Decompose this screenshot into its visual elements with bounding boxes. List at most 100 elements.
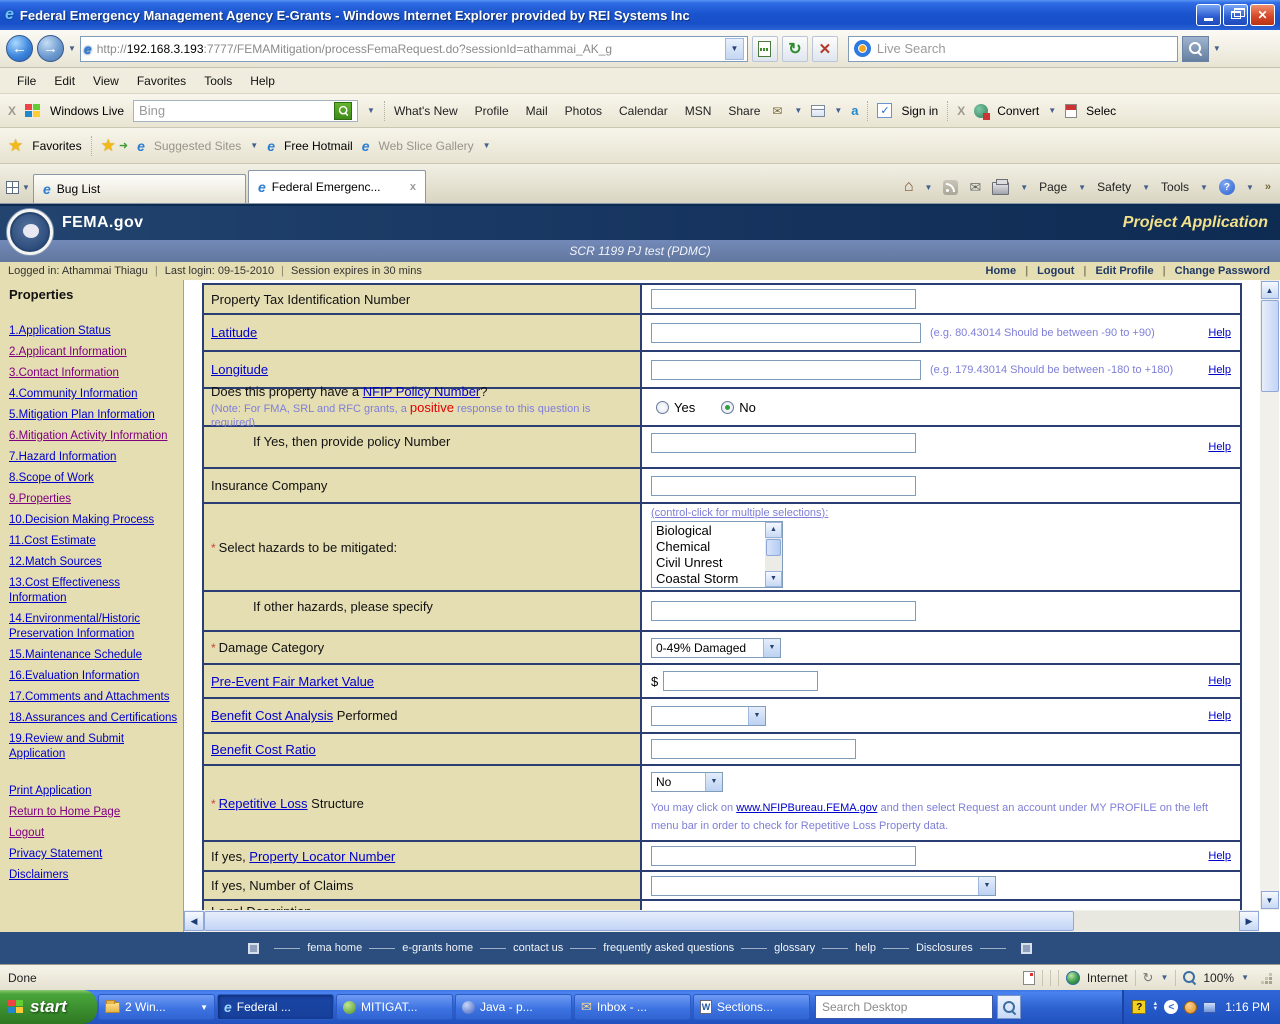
convert-dropdown-icon[interactable]: ▼ <box>1048 106 1056 115</box>
number-of-claims-select[interactable]: ▼ <box>651 876 996 896</box>
search-desktop-input[interactable]: Search Desktop <box>815 995 993 1019</box>
live-toolbar-link[interactable]: What's New <box>394 104 458 118</box>
longitude-input[interactable] <box>651 360 921 380</box>
search-desktop-button[interactable] <box>997 995 1021 1019</box>
taskbar-button-java[interactable]: Java - p... <box>455 994 572 1020</box>
forward-button[interactable]: → <box>37 35 64 62</box>
bing-search-button[interactable] <box>334 102 352 120</box>
start-button[interactable]: start <box>0 990 97 1024</box>
sidebar-nav-item[interactable]: 13.Cost Effectiveness Information <box>9 576 179 606</box>
search-options-dropdown-icon[interactable]: ▼ <box>1213 44 1221 53</box>
tab-close-icon[interactable]: x <box>410 181 416 193</box>
scroll-track[interactable] <box>1074 911 1239 931</box>
sidebar-nav-item[interactable]: 15.Maintenance Schedule <box>9 648 179 663</box>
sidebar-nav-link[interactable]: 6.Mitigation Activity Information <box>9 430 168 442</box>
close-button[interactable]: ✕ <box>1250 4 1275 26</box>
benefit-cost-ratio-link[interactable]: Benefit Cost Ratio <box>211 742 316 757</box>
pre-event-value-input[interactable] <box>663 671 818 691</box>
bing-search-input[interactable]: Bing <box>133 100 358 122</box>
address-dropdown-button[interactable]: ▼ <box>725 38 744 60</box>
sidebar-action-link[interactable]: Privacy Statement <box>9 848 102 860</box>
vertical-scrollbar[interactable]: ▲ ▼ <box>1260 280 1279 910</box>
sidebar-nav-item[interactable]: 16.Evaluation Information <box>9 669 179 684</box>
sidebar-nav-link[interactable]: 8.Scope of Work <box>9 472 94 484</box>
scroll-left-icon[interactable]: ◀ <box>184 911 204 931</box>
mail-map-icon[interactable]: ✉ <box>769 103 785 119</box>
dropdown-icon[interactable]: ▼ <box>834 106 842 115</box>
policy-number-help-link[interactable]: Help <box>1208 441 1231 453</box>
live-toolbar-link[interactable]: Share <box>728 104 760 118</box>
sidebar-nav-item[interactable]: 6.Mitigation Activity Information <box>9 429 179 444</box>
live-toolbar-link[interactable]: MSN <box>685 104 712 118</box>
sidebar-nav-item[interactable]: 10.Decision Making Process <box>9 513 179 528</box>
add-favorite-icon[interactable]: ★ <box>101 136 116 156</box>
tray-network-icon[interactable] <box>1203 1002 1216 1013</box>
sidebar-nav-link[interactable]: 11.Cost Estimate <box>9 535 96 547</box>
sidebar-action-item[interactable]: Privacy Statement <box>9 847 179 862</box>
taskbar-button-mitigation[interactable]: MITIGAT... <box>336 994 453 1020</box>
resize-grip[interactable] <box>1260 972 1272 984</box>
menu-item[interactable]: File <box>8 71 45 91</box>
dropdown-icon[interactable]: ▼ <box>1142 183 1150 192</box>
nfip-no-option[interactable]: No <box>721 400 756 415</box>
sidebar-nav-item[interactable]: 12.Match Sources <box>9 555 179 570</box>
layout-icon[interactable] <box>811 105 825 117</box>
sidebar-nav-item[interactable]: 7.Hazard Information <box>9 450 179 465</box>
sidebar-nav-link[interactable]: 5.Mitigation Plan Information <box>9 409 155 421</box>
property-locator-help-link[interactable]: Help <box>1208 850 1231 862</box>
hazard-option[interactable]: Biological <box>656 523 765 539</box>
taskbar-button-windows-group[interactable]: 2 Win...▼ <box>98 994 215 1020</box>
scroll-up-icon[interactable]: ▲ <box>1261 281 1279 299</box>
radio-no-icon[interactable] <box>721 401 734 414</box>
sidebar-nav-link[interactable]: 17.Comments and Attachments <box>9 691 169 703</box>
sidebar-action-item[interactable]: Logout <box>9 826 179 841</box>
read-mail-icon[interactable]: ✉ <box>969 179 981 196</box>
tools-menu-button[interactable]: Tools <box>1161 180 1189 194</box>
change-password-link[interactable]: Change Password <box>1173 265 1272 277</box>
favorites-button[interactable]: Favorites <box>32 139 81 153</box>
footer-link[interactable]: e-grants home <box>402 942 473 954</box>
sidebar-action-item[interactable]: Print Application <box>9 784 179 799</box>
repetitive-loss-link[interactable]: Repetitive Loss <box>219 796 308 811</box>
restore-button[interactable] <box>1223 4 1248 26</box>
sidebar-nav-link[interactable]: 3.Contact Information <box>9 367 119 379</box>
pre-event-value-link[interactable]: Pre-Event Fair Market Value <box>211 674 374 689</box>
dropdown-icon[interactable]: ▼ <box>1246 183 1254 192</box>
property-locator-input[interactable] <box>651 846 916 866</box>
tray-help-icon[interactable]: ? <box>1132 1000 1146 1014</box>
toolbar-close-icon[interactable]: X <box>957 104 965 118</box>
home-link[interactable]: Home <box>984 265 1019 277</box>
sidebar-nav-link[interactable]: 10.Decision Making Process <box>9 514 154 526</box>
sidebar-nav-item[interactable]: 8.Scope of Work <box>9 471 179 486</box>
sidebar-action-link[interactable]: Disclaimers <box>9 869 68 881</box>
stop-button[interactable]: ✕ <box>812 36 838 62</box>
tray-chevron-icon[interactable]: < <box>1164 1000 1178 1014</box>
bing-dropdown-icon[interactable]: ▼ <box>367 106 375 115</box>
zoom-dropdown-icon[interactable]: ▼ <box>1241 973 1249 982</box>
address-input[interactable]: e http://192.168.3.193:7777/FEMAMitigati… <box>80 36 748 62</box>
scroll-thumb[interactable] <box>766 539 781 556</box>
taskbar-button-sections[interactable]: W Sections... <box>693 994 810 1020</box>
bca-performed-select[interactable]: ▼ <box>651 706 766 726</box>
longitude-help-link[interactable]: Help <box>1208 364 1231 376</box>
pre-event-help-link[interactable]: Help <box>1208 675 1231 687</box>
menu-item[interactable]: Help <box>241 71 284 91</box>
refresh-button[interactable]: ↻ <box>782 36 808 62</box>
footer-link[interactable]: fema home <box>307 942 362 954</box>
sidebar-nav-item[interactable]: 14.Environmental/Historic Preservation I… <box>9 612 179 642</box>
live-search-input[interactable]: Live Search <box>848 36 1178 62</box>
translate-icon[interactable]: a <box>851 103 858 118</box>
dropdown-icon[interactable]: ▼ <box>925 183 933 192</box>
sidebar-nav-link[interactable]: 12.Match Sources <box>9 556 102 568</box>
sidebar-nav-item[interactable]: 4.Community Information <box>9 387 179 402</box>
repetitive-loss-select[interactable]: No▼ <box>651 772 723 792</box>
sidebar-nav-link[interactable]: 18.Assurances and Certifications <box>9 712 177 724</box>
sign-in-link[interactable]: Sign in <box>901 104 938 118</box>
toolbar-close-icon[interactable]: X <box>8 104 16 118</box>
sidebar-nav-item[interactable]: 19.Review and Submit Application <box>9 732 179 762</box>
footer-link[interactable]: contact us <box>513 942 563 954</box>
sidebar-nav-link[interactable]: 13.Cost Effectiveness Information <box>9 577 120 604</box>
taskbar-button-federal[interactable]: e Federal ... <box>217 994 334 1020</box>
logout-link[interactable]: Logout <box>1035 265 1076 277</box>
select-arrow-icon[interactable]: ▼ <box>763 639 780 657</box>
